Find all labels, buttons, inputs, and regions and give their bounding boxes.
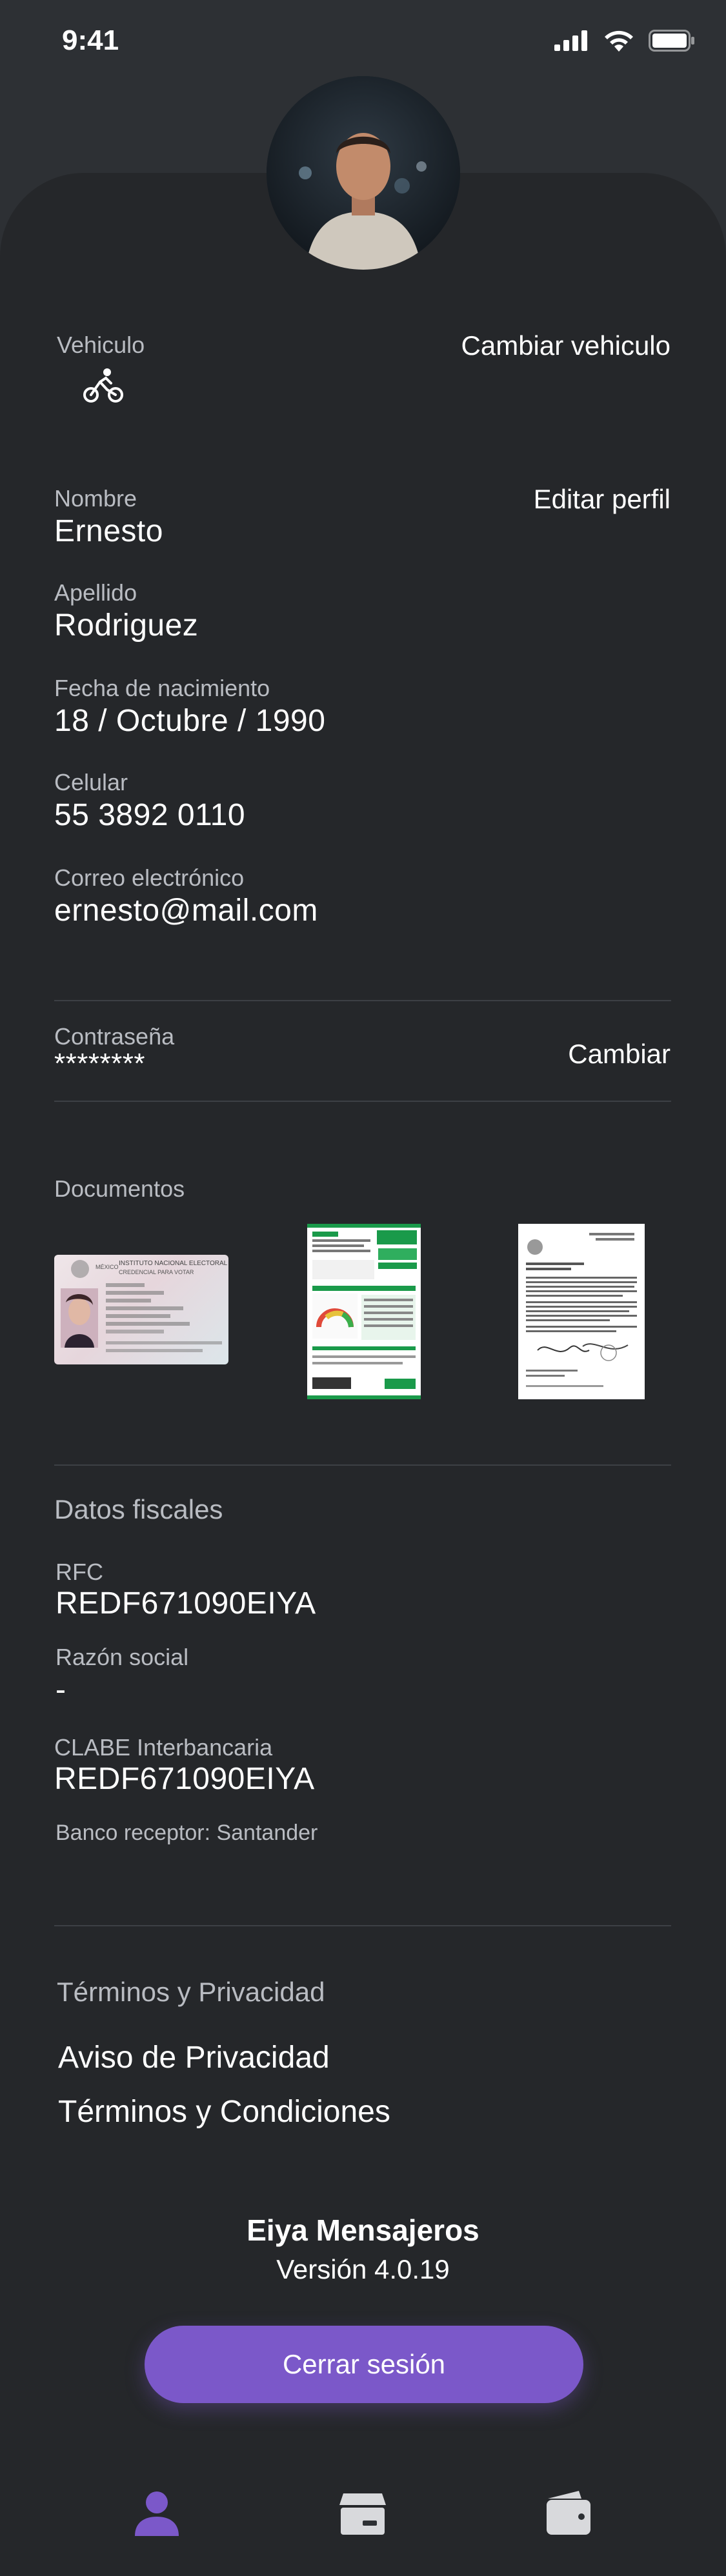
app-name: Eiya Mensajeros: [247, 2213, 479, 2247]
clabe-label: CLABE Interbancaria: [54, 1734, 273, 1761]
nombre-value: Ernesto: [54, 514, 163, 548]
rfc-value: REDF671090EIYA: [55, 1586, 316, 1621]
privacy-notice-link[interactable]: Aviso de Privacidad: [58, 2040, 330, 2075]
change-vehicle-link[interactable]: Cambiar vehiculo: [461, 330, 671, 361]
tab-bar: [0, 2451, 726, 2576]
package-icon: [339, 2493, 386, 2535]
edit-profile-link[interactable]: Editar perfil: [534, 484, 671, 515]
utility-bill-thumbnail[interactable]: [307, 1224, 421, 1399]
nombre-label: Nombre: [54, 485, 137, 512]
orders-tab[interactable]: [327, 2477, 398, 2548]
ine-document-thumbnail[interactable]: MÉXICO INSTITUTO NACIONAL ELECTORAL CRED…: [54, 1255, 228, 1364]
ine-subtitle: CREDENCIAL PARA VOTAR: [119, 1269, 194, 1275]
bicycle-icon: [83, 368, 123, 403]
logout-button[interactable]: Cerrar sesión: [145, 2326, 583, 2403]
documents-title: Documentos: [54, 1175, 185, 1202]
profile-tab[interactable]: [121, 2477, 192, 2548]
divider: [54, 1101, 671, 1102]
email-value: ernesto@mail.com: [54, 894, 318, 928]
battery-icon: [649, 30, 694, 52]
wifi-icon: [605, 30, 633, 52]
clabe-value: REDF671090EIYA: [54, 1762, 315, 1796]
wallet-tab[interactable]: [533, 2477, 604, 2548]
apellido-value: Rodriguez: [54, 608, 199, 643]
terms-conditions-link[interactable]: Términos y Condiciones: [58, 2094, 390, 2130]
fiscal-data-title: Datos fiscales: [54, 1494, 223, 1524]
phone-label: Celular: [54, 769, 128, 795]
razon-social-value: -: [55, 1673, 66, 1707]
password-value: ********: [54, 1048, 145, 1079]
ine-country: MÉXICO: [96, 1264, 119, 1270]
apellido-label: Apellido: [54, 579, 137, 606]
password-label: Contraseña: [54, 1023, 175, 1050]
status-time: 9:41: [62, 25, 119, 56]
signal-icon: [554, 30, 587, 51]
app-version: Versión 4.0.19: [276, 2254, 450, 2284]
divider: [54, 1464, 671, 1466]
birthdate-value: 18 / Octubre / 1990: [54, 704, 326, 738]
razon-social-label: Razón social: [55, 1644, 189, 1670]
profile-icon: [135, 2491, 179, 2536]
ine-title: INSTITUTO NACIONAL ELECTORAL: [119, 1260, 228, 1267]
avatar[interactable]: [267, 76, 460, 270]
status-icons: [554, 30, 695, 52]
email-label: Correo electrónico: [54, 864, 245, 891]
terms-title: Términos y Privacidad: [57, 1977, 325, 2007]
divider: [54, 1925, 671, 1926]
vehicle-label: Vehiculo: [57, 332, 145, 358]
phone-value: 55 3892 0110: [54, 798, 246, 832]
birthdate-label: Fecha de nacimiento: [54, 675, 270, 701]
status-bar: 9:41: [0, 0, 726, 84]
change-password-link[interactable]: Cambiar: [568, 1039, 671, 1070]
official-letter-thumbnail[interactable]: [518, 1224, 645, 1399]
bank-label: Banco receptor: Santander: [55, 1821, 318, 1845]
rfc-label: RFC: [55, 1559, 103, 1585]
wallet-icon: [547, 2491, 590, 2535]
divider: [54, 1000, 671, 1001]
